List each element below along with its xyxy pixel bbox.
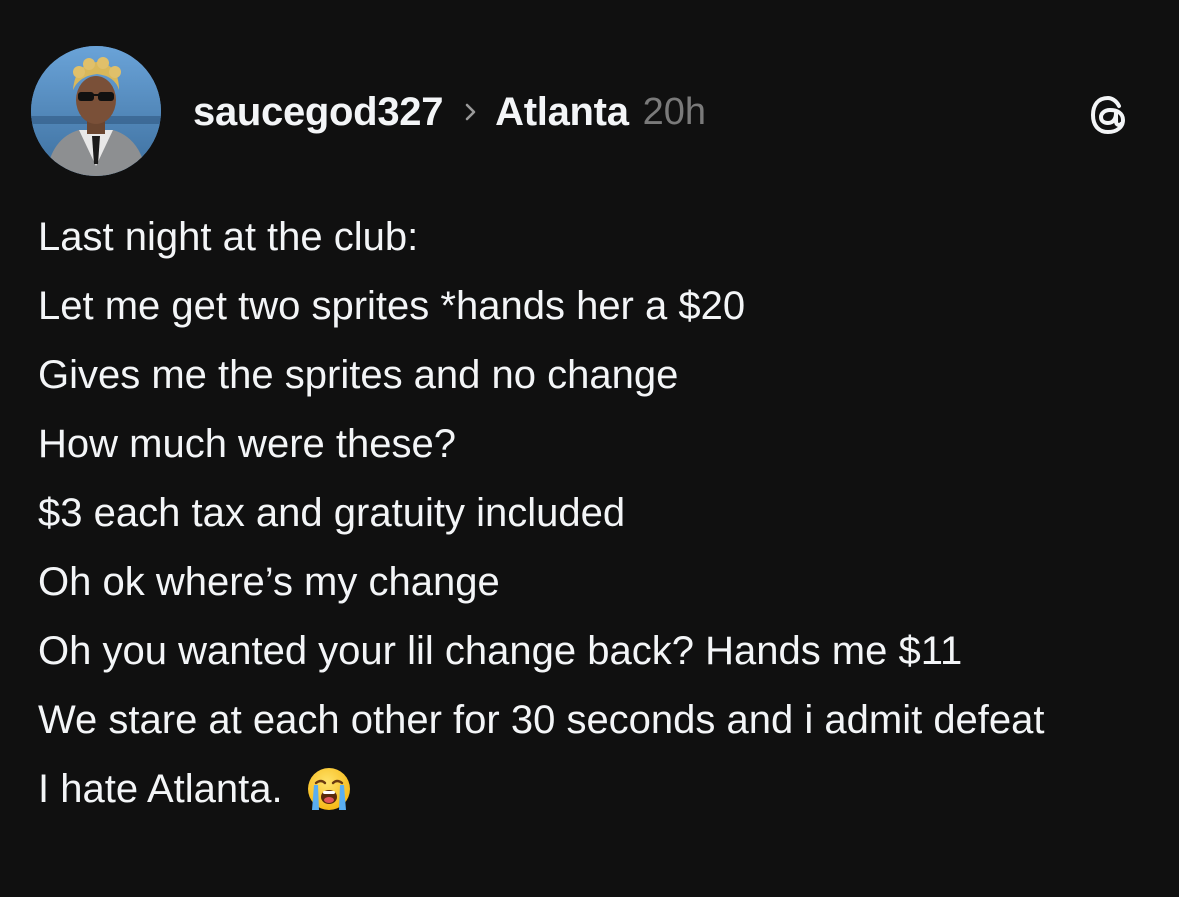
- post-timestamp: 20h: [642, 90, 707, 133]
- post-card: saucegod327 Atlanta 20h Last night at th…: [0, 0, 1179, 897]
- post-header: saucegod327 Atlanta 20h: [193, 86, 706, 138]
- threads-icon[interactable]: [1084, 90, 1134, 140]
- post-text-line: Last night at the club:: [38, 215, 419, 259]
- post-text-line: I hate Atlanta.: [38, 767, 283, 811]
- post-text-last-line: I hate Atlanta.: [38, 755, 1138, 824]
- avatar[interactable]: [31, 46, 161, 176]
- location-link[interactable]: Atlanta: [495, 90, 629, 135]
- post-body: Last night at the club: Let me get two s…: [38, 203, 1138, 824]
- post-text-line: Gives me the sprites and no change: [38, 353, 679, 397]
- post-text-line: Oh ok where’s my change: [38, 560, 500, 604]
- post-text-line: Let me get two sprites *hands her a $20: [38, 284, 746, 328]
- username-link[interactable]: saucegod327: [193, 90, 443, 135]
- post-text-line: $3 each tax and gratuity included: [38, 491, 626, 535]
- chevron-right-icon: [465, 103, 476, 121]
- loudly-crying-face-icon: [307, 768, 350, 810]
- avatar-image: [31, 46, 161, 176]
- post-text-line: We stare at each other for 30 seconds an…: [38, 698, 1045, 742]
- post-text-line: Oh you wanted your lil change back? Hand…: [38, 629, 963, 673]
- post-text-line: How much were these?: [38, 422, 456, 466]
